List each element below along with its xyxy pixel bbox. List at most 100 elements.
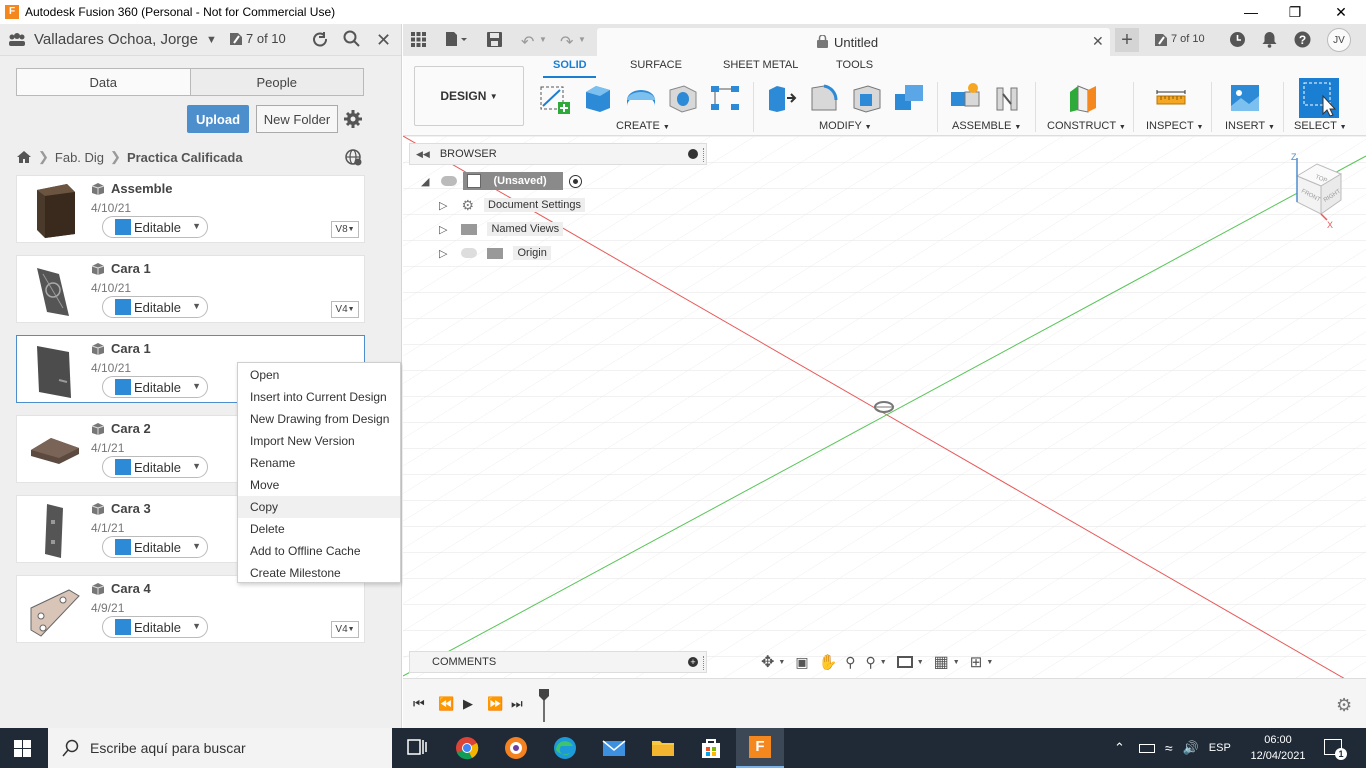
tab-tools[interactable]: TOOLS — [836, 59, 873, 71]
home-icon[interactable] — [16, 150, 32, 164]
zoom-icon[interactable]: ⚲ — [845, 654, 855, 671]
upload-button[interactable]: Upload — [187, 105, 249, 133]
viewcube-icon[interactable]: Z X TOP FRONT RIGHT — [1283, 152, 1349, 228]
group-modify[interactable]: MODIFY ▼ — [819, 120, 872, 132]
globe-settings-icon[interactable] — [345, 149, 362, 166]
design-name[interactable]: Cara 1 — [111, 261, 151, 276]
browser-panel-header[interactable]: ◀◀ BROWSER — [409, 143, 707, 165]
clock[interactable]: 06:00 12/04/2021 — [1248, 732, 1308, 764]
go-to-start-icon[interactable]: ⏮ — [413, 696, 425, 712]
chevron-down-icon[interactable]: ▼ — [539, 35, 547, 44]
help-icon[interactable]: ? — [1294, 31, 1311, 48]
maximize-button[interactable]: ❐ — [1272, 0, 1318, 24]
close-panel-icon[interactable]: ✕ — [376, 30, 391, 51]
press-pull-icon[interactable] — [765, 82, 797, 114]
measure-icon[interactable] — [1155, 82, 1187, 114]
editable-dropdown[interactable]: Editable ▼ — [102, 376, 208, 398]
job-status-icon[interactable] — [1153, 32, 1169, 48]
tree-root[interactable]: ◢ (Unsaved) — [421, 171, 583, 191]
tab-people[interactable]: People — [189, 69, 363, 95]
clock-icon[interactable] — [1229, 31, 1246, 48]
group-create[interactable]: CREATE ▼ — [616, 120, 670, 132]
drag-handle-icon[interactable] — [703, 148, 705, 162]
job-status-icon[interactable] — [228, 31, 244, 47]
redo-icon[interactable]: ↷ — [560, 32, 573, 52]
tab-solid[interactable]: SOLID — [553, 59, 587, 71]
tab-surface[interactable]: SURFACE — [630, 59, 682, 71]
design-name[interactable]: Cara 1 — [111, 341, 151, 356]
hidden-eye-icon[interactable] — [461, 248, 478, 258]
grid-settings-icon[interactable]: ▦ — [934, 652, 949, 672]
task-view-icon[interactable] — [405, 736, 429, 760]
group-inspect[interactable]: INSPECT ▼ — [1146, 120, 1203, 132]
menu-item-insert-into-current-design[interactable]: Insert into Current Design — [238, 386, 400, 408]
joint-icon[interactable] — [991, 82, 1023, 114]
team-icon[interactable] — [8, 32, 26, 47]
chevron-down-icon[interactable]: ▼ — [778, 659, 785, 666]
new-component-icon[interactable] — [949, 82, 981, 114]
minimize-button[interactable]: — — [1228, 0, 1274, 24]
editable-dropdown[interactable]: Editable ▼ — [102, 456, 208, 478]
workspace-switcher[interactable]: DESIGN ▼ — [414, 66, 524, 126]
tree-item[interactable]: ▷ Named Views — [439, 219, 564, 239]
save-icon[interactable] — [487, 32, 502, 47]
visibility-eye-icon[interactable] — [441, 176, 458, 186]
action-center-icon[interactable]: 1 — [1324, 739, 1347, 760]
shell-icon[interactable] — [850, 82, 882, 114]
volume-icon[interactable]: 🔊 — [1183, 740, 1199, 756]
windows-start-icon[interactable] — [14, 740, 31, 757]
comments-panel-header[interactable]: COMMENTS + — [409, 651, 707, 673]
breadcrumb-folder[interactable]: Practica Calificada — [127, 150, 243, 165]
menu-item-import-new-version[interactable]: Import New Version — [238, 430, 400, 452]
chevron-down-icon[interactable]: ▼ — [986, 659, 993, 666]
insert-image-icon[interactable] — [1229, 82, 1261, 114]
editable-dropdown[interactable]: Editable ▼ — [102, 216, 208, 238]
menu-item-copy[interactable]: Copy — [238, 496, 400, 518]
user-name[interactable]: Valladares Ochoa, Jorge — [34, 31, 198, 48]
menu-item-offline-cache[interactable]: Add to Offline Cache — [238, 540, 400, 562]
editable-dropdown[interactable]: Editable ▼ — [102, 616, 208, 638]
chevron-down-icon[interactable]: ▼ — [578, 35, 586, 44]
add-comment-icon[interactable]: + — [688, 657, 698, 667]
create-sketch-icon[interactable] — [538, 82, 570, 114]
menu-item-new-drawing[interactable]: New Drawing from Design — [238, 408, 400, 430]
pattern-icon[interactable] — [709, 82, 741, 114]
design-card[interactable]: Cara 4 4/9/21 Editable ▼ V4 ▼ — [16, 575, 365, 643]
mail-icon[interactable] — [602, 736, 626, 760]
document-tab[interactable]: Untitled ✕ — [597, 28, 1110, 56]
close-button[interactable]: ✕ — [1318, 0, 1364, 24]
design-name[interactable]: Cara 3 — [111, 501, 151, 516]
design-name[interactable]: Assemble — [111, 181, 172, 196]
menu-item-open[interactable]: Open — [238, 364, 400, 386]
drag-handle-icon[interactable] — [703, 656, 705, 670]
group-insert[interactable]: INSERT ▼ — [1225, 120, 1275, 132]
taskbar-search[interactable]: Escribe aquí para buscar — [48, 728, 392, 768]
revolve-icon[interactable] — [625, 82, 657, 114]
timeline-marker-icon[interactable] — [538, 688, 550, 722]
offset-plane-icon[interactable] — [1066, 82, 1098, 114]
chrome-icon[interactable] — [455, 736, 479, 760]
design-card[interactable]: Cara 1 4/10/21 Editable ▼ V4 ▼ — [16, 255, 365, 323]
chevron-down-icon[interactable]: ▼ — [206, 34, 217, 46]
tab-sheet-metal[interactable]: SHEET METAL — [723, 59, 798, 71]
editable-dropdown[interactable]: Editable ▼ — [102, 296, 208, 318]
menu-item-move[interactable]: Move — [238, 474, 400, 496]
fillet-icon[interactable] — [808, 82, 840, 114]
group-assemble[interactable]: ASSEMBLE ▼ — [952, 120, 1021, 132]
editable-dropdown[interactable]: Editable ▼ — [102, 536, 208, 558]
play-icon[interactable]: ▶ — [463, 696, 473, 712]
chevron-down-icon[interactable]: ▼ — [880, 659, 887, 666]
extrude-icon[interactable] — [582, 82, 614, 114]
refresh-icon[interactable] — [312, 31, 329, 48]
job-count[interactable]: 7 of 10 — [1171, 33, 1205, 45]
breadcrumb-project[interactable]: Fab. Dig — [55, 150, 104, 165]
expand-arrow-icon[interactable]: ▷ — [439, 199, 447, 212]
menu-item-create-milestone[interactable]: Create Milestone — [238, 562, 400, 584]
design-name[interactable]: Cara 4 — [111, 581, 151, 596]
step-back-icon[interactable]: ⏪ — [438, 696, 454, 712]
minimize-browser-icon[interactable] — [688, 149, 698, 159]
group-construct[interactable]: CONSTRUCT ▼ — [1047, 120, 1126, 132]
look-at-icon[interactable]: ▣ — [795, 654, 808, 671]
search-icon[interactable] — [343, 30, 361, 48]
gear-icon[interactable] — [344, 110, 362, 128]
